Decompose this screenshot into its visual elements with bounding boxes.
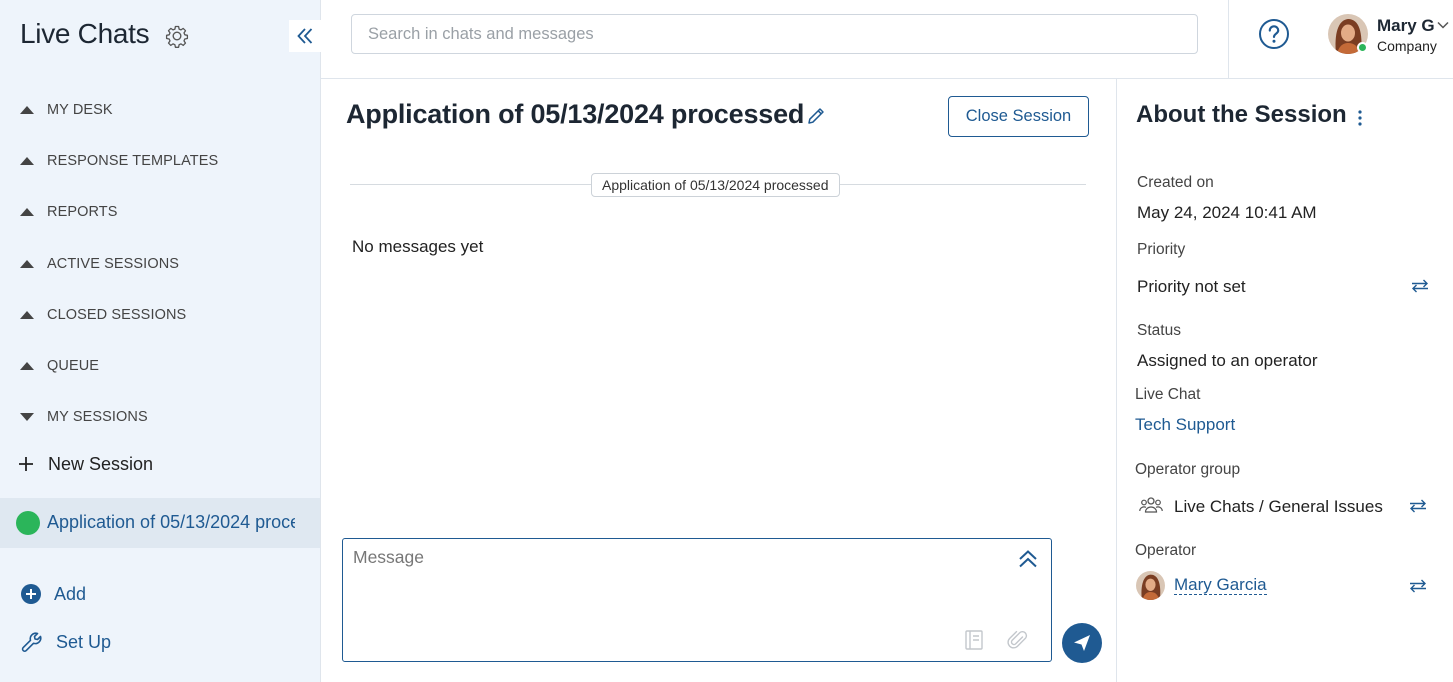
nav-response-templates[interactable]: RESPONSE TEMPLATES: [0, 146, 320, 176]
nav-label: MY DESK: [47, 102, 113, 118]
triangle-up-icon: [20, 106, 34, 114]
triangle-up-icon: [20, 157, 34, 165]
nav-label: CLOSED SESSIONS: [47, 307, 187, 323]
online-status-dot: [1357, 42, 1368, 53]
add-button[interactable]: Add: [20, 582, 86, 606]
setup-button[interactable]: Set Up: [20, 629, 111, 655]
triangle-up-icon: [20, 311, 34, 319]
nav-my-desk[interactable]: MY DESK: [0, 95, 320, 125]
live-chat-label: Live Chat: [1135, 386, 1201, 403]
operator-group-value: Live Chats / General Issues: [1174, 497, 1383, 516]
session-details-panel: About the Session Created on May 24, 202…: [1116, 79, 1453, 682]
setup-label: Set Up: [56, 631, 112, 652]
add-label: Add: [54, 583, 87, 604]
triangle-up-icon: [20, 260, 34, 268]
user-group-icon: [1139, 497, 1163, 513]
swap-arrows-icon[interactable]: [1408, 499, 1428, 513]
operator-label: Operator: [1135, 542, 1197, 559]
created-label: Created on: [1137, 174, 1214, 191]
search-input[interactable]: [351, 14, 1198, 54]
chevron-down-icon[interactable]: [1436, 18, 1450, 32]
status-value: Assigned to an operator: [1137, 351, 1318, 370]
message-input[interactable]: [353, 547, 993, 617]
more-vertical-icon[interactable]: [1353, 109, 1367, 127]
created-value: May 24, 2024 10:41 AM: [1137, 203, 1317, 222]
edit-pencil-icon[interactable]: [805, 105, 827, 127]
status-label: Status: [1137, 322, 1181, 339]
operator-link[interactable]: Mary Garcia: [1174, 576, 1267, 595]
double-chevron-up-icon[interactable]: [1016, 547, 1040, 571]
new-session-label: New Session: [48, 453, 154, 474]
template-book-icon[interactable]: [963, 628, 985, 652]
nav-label: QUEUE: [47, 358, 100, 374]
nav-label: MY SESSIONS: [47, 409, 148, 425]
help-icon[interactable]: [1258, 18, 1290, 50]
nav-my-sessions[interactable]: MY SESSIONS: [0, 402, 320, 432]
top-bar: Mary G Company: [321, 0, 1453, 79]
nav-active-sessions[interactable]: ACTIVE SESSIONS: [0, 249, 320, 279]
operator-group-label: Operator group: [1135, 461, 1241, 478]
nav-reports[interactable]: REPORTS: [0, 197, 320, 227]
priority-value: Priority not set: [1137, 277, 1246, 296]
nav-label: REPORTS: [47, 204, 118, 220]
app-title: Live Chats: [20, 18, 150, 49]
send-button[interactable]: [1062, 623, 1102, 663]
message-composer: [342, 538, 1052, 662]
swap-arrows-icon[interactable]: [1408, 579, 1428, 593]
triangle-down-icon: [20, 413, 34, 421]
session-item-label: Application of 05/13/2024 processed: [47, 512, 295, 532]
user-name[interactable]: Mary G: [1377, 16, 1435, 36]
sidebar: Live Chats MY DESK RESPONSE TEMPLATES RE…: [0, 0, 321, 682]
new-session-button[interactable]: New Session: [16, 450, 153, 478]
divider: [1228, 0, 1229, 79]
nav-label: RESPONSE TEMPLATES: [47, 153, 219, 169]
chat-panel: Application of 05/13/2024 processed Clos…: [321, 79, 1116, 682]
session-status-dot: [16, 511, 40, 535]
plus-icon: [19, 457, 33, 471]
wrench-icon: [21, 632, 42, 652]
nav-label: ACTIVE SESSIONS: [47, 256, 180, 272]
live-chat-link[interactable]: Tech Support: [1135, 415, 1235, 435]
chat-title: Application of 05/13/2024 processed: [346, 99, 805, 129]
gear-icon[interactable]: [165, 24, 189, 48]
operator-avatar: [1136, 571, 1165, 600]
nav-closed-sessions[interactable]: CLOSED SESSIONS: [0, 300, 320, 330]
swap-arrows-icon[interactable]: [1410, 279, 1430, 293]
close-session-button[interactable]: Close Session: [948, 96, 1089, 137]
session-item-active[interactable]: Application of 05/13/2024 processed: [0, 498, 320, 548]
triangle-up-icon: [20, 208, 34, 216]
priority-label: Priority: [1137, 241, 1186, 258]
operator-photo-icon: [1136, 571, 1165, 600]
empty-messages-text: No messages yet: [352, 237, 484, 256]
collapse-sidebar-button[interactable]: [289, 20, 321, 52]
nav-queue[interactable]: QUEUE: [0, 351, 320, 381]
session-separator-label: Application of 05/13/2024 processed: [591, 173, 840, 197]
user-company: Company: [1377, 38, 1437, 54]
triangle-up-icon: [20, 362, 34, 370]
double-chevron-left-icon: [297, 28, 313, 44]
details-title: About the Session: [1136, 101, 1347, 128]
send-paper-plane-icon: [1074, 635, 1090, 651]
plus-circle-icon: [21, 584, 41, 604]
attachment-clip-icon[interactable]: [1007, 628, 1029, 652]
